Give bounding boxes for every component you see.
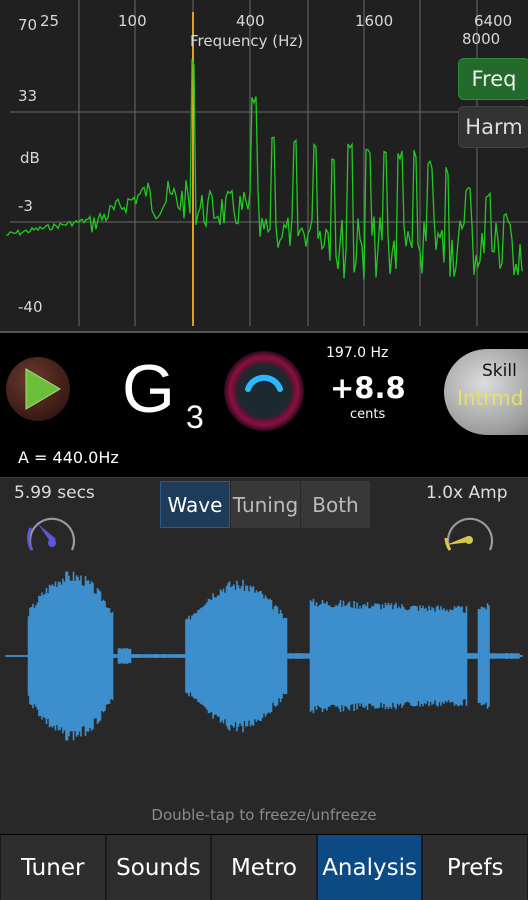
analysis-panel[interactable]: 5.99 secs 1.0x Amp Wave Tuning Both Doub… xyxy=(0,477,528,834)
freq-tick-100: 100 xyxy=(118,12,147,30)
note-name: G xyxy=(122,351,175,427)
db-tick-33: 33 xyxy=(18,87,38,105)
waveform-trace xyxy=(5,571,523,741)
freq-button[interactable]: Freq xyxy=(458,58,528,100)
tab-metro[interactable]: Metro xyxy=(212,835,316,900)
tuner-panel: G 3 197.0 Hz +8.8 cents A = 440.0Hz Skil… xyxy=(0,335,528,475)
freeze-hint: Double-tap to freeze/unfreeze xyxy=(151,806,377,824)
bottom-nav: Tuner Sounds Metro Analysis Prefs xyxy=(0,835,528,900)
amp-knob-icon[interactable] xyxy=(442,506,498,556)
duration-knob-icon[interactable] xyxy=(24,506,80,556)
db-tick-70: 70 xyxy=(18,16,38,34)
reference-pitch[interactable]: A = 440.0Hz xyxy=(18,448,119,467)
play-icon xyxy=(25,368,61,410)
freq-tick-1600: 1600 xyxy=(355,12,394,30)
tab-analysis[interactable]: Analysis xyxy=(317,835,422,900)
tab-sounds[interactable]: Sounds xyxy=(106,835,211,900)
db-tick-neg3: -3 xyxy=(18,197,33,215)
skill-level-button[interactable]: Skill Intrmd xyxy=(444,349,528,435)
mode-wave-button[interactable]: Wave xyxy=(160,481,230,528)
db-axis-label: dB xyxy=(20,149,40,167)
cents-label: cents xyxy=(350,407,386,422)
amp-label: 1.0x Amp xyxy=(426,483,508,503)
harm-button[interactable]: Harm xyxy=(458,106,528,148)
spectrum-trace xyxy=(5,58,523,280)
skill-value: Intrmd xyxy=(457,386,524,410)
detected-frequency: 197.0 Hz xyxy=(326,345,389,361)
freq-tick-6400: 6400 xyxy=(474,12,513,30)
duration-label: 5.99 secs xyxy=(14,483,95,503)
frequency-axis-label: Frequency (Hz) xyxy=(190,32,304,50)
waveform-path xyxy=(5,571,523,741)
tab-prefs[interactable]: Prefs xyxy=(423,835,527,900)
tab-tuner[interactable]: Tuner xyxy=(1,835,105,900)
note-octave: 3 xyxy=(186,399,204,435)
skill-label: Skill xyxy=(482,361,517,381)
mode-both-button[interactable]: Both xyxy=(301,481,370,528)
tuning-ring-indicator xyxy=(224,351,304,431)
freq-tick-400: 400 xyxy=(236,12,265,30)
waveform-display[interactable] xyxy=(0,558,528,798)
freq-tick-8000: 8000 xyxy=(462,30,501,48)
mode-tuning-button[interactable]: Tuning xyxy=(231,481,300,528)
db-tick-neg40: -40 xyxy=(18,298,43,316)
cents-value: +8.8 xyxy=(330,371,406,405)
freq-tick-25: 25 xyxy=(40,12,60,30)
spectrum-panel[interactable]: 70 33 dB -3 -40 25 100 400 1600 6400 800… xyxy=(0,0,528,333)
play-button[interactable] xyxy=(6,357,70,421)
